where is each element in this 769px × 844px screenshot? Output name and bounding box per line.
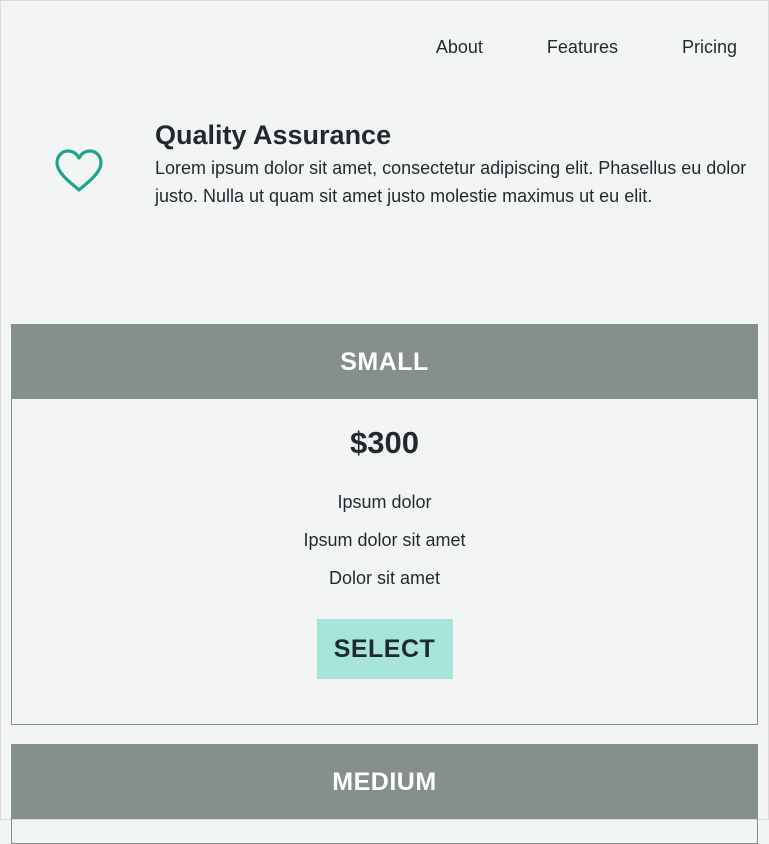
select-button[interactable]: SELECT — [316, 619, 453, 679]
feature-description: Lorem ipsum dolor sit amet, consectetur … — [155, 158, 747, 206]
pricing-card-header: MEDIUM — [12, 745, 757, 819]
pricing-card-header: SMALL — [12, 325, 757, 399]
plan-feature-item: Dolor sit amet — [328, 568, 441, 588]
pricing-card-small: SMALL $300 Ipsum dolor Ipsum dolor sit a… — [11, 324, 758, 725]
plan-features-list: Ipsum dolor Ipsum dolor sit amet Dolor s… — [12, 483, 757, 597]
nav-link-about[interactable]: About — [436, 36, 483, 58]
feature-section: Quality Assurance Lorem ipsum dolor sit … — [155, 118, 755, 210]
pricing-card-medium: MEDIUM — [11, 744, 758, 844]
heart-icon — [53, 146, 105, 198]
top-nav: About Features Pricing — [436, 36, 737, 58]
price-label: $300 — [350, 425, 419, 460]
nav-link-pricing[interactable]: Pricing — [682, 36, 737, 58]
pricing-card-body: $300 Ipsum dolor Ipsum dolor sit amet Do… — [12, 425, 757, 679]
plan-feature-item: Ipsum dolor — [337, 492, 432, 512]
plan-feature-item: Ipsum dolor sit amet — [303, 530, 466, 550]
feature-title: Quality Assurance — [155, 120, 392, 150]
nav-link-features[interactable]: Features — [547, 36, 618, 58]
